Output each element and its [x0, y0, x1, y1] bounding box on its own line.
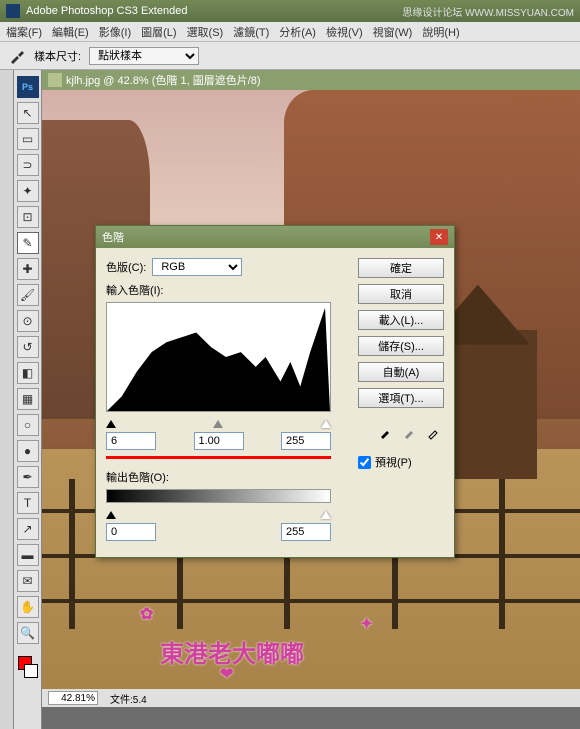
- channel-label: 色版(C):: [106, 259, 146, 275]
- stamp-tool[interactable]: ⊙: [17, 310, 39, 332]
- sample-size-label: 樣本尺寸:: [34, 48, 81, 64]
- menu-file[interactable]: 檔案(F): [6, 24, 42, 40]
- blur-tool[interactable]: ○: [17, 414, 39, 436]
- wand-tool[interactable]: ✦: [17, 180, 39, 202]
- dialog-title: 色階: [102, 229, 124, 245]
- auto-button[interactable]: 自動(A): [358, 362, 444, 382]
- hand-tool[interactable]: ✋: [17, 596, 39, 618]
- zoom-input[interactable]: [48, 691, 98, 705]
- zoom-tool[interactable]: 🔍: [17, 622, 39, 644]
- out-white-slider[interactable]: [321, 511, 331, 519]
- eyedropper-icon[interactable]: [8, 47, 26, 65]
- output-sliders[interactable]: [106, 507, 331, 519]
- preview-label: 預視(P): [375, 454, 412, 470]
- output-levels-label: 輸出色階(O):: [106, 469, 350, 485]
- eraser-tool[interactable]: ◧: [17, 362, 39, 384]
- white-point-slider[interactable]: [321, 420, 331, 428]
- pen-tool[interactable]: ✒: [17, 466, 39, 488]
- lasso-tool[interactable]: ⊃: [17, 154, 39, 176]
- menu-analysis[interactable]: 分析(A): [279, 24, 316, 40]
- annotation-red-bar: [106, 456, 331, 459]
- marquee-tool[interactable]: ▭: [17, 128, 39, 150]
- color-swatches[interactable]: [18, 656, 38, 678]
- eyedropper-tool[interactable]: ✎: [17, 232, 39, 254]
- status-bar: 文件:5.4: [42, 689, 580, 707]
- save-button[interactable]: 儲存(S)...: [358, 336, 444, 356]
- shape-tool[interactable]: ▬: [17, 544, 39, 566]
- levels-dialog: 色階 ✕ 色版(C): RGB 輸入色階(I):: [95, 225, 455, 558]
- crop-tool[interactable]: ⊡: [17, 206, 39, 228]
- background-color[interactable]: [24, 664, 38, 678]
- black-point-slider[interactable]: [106, 420, 116, 428]
- options-bar: 樣本尺寸: 點狀樣本: [0, 42, 580, 70]
- app-icon: [6, 4, 20, 18]
- menu-image[interactable]: 影像(I): [99, 24, 131, 40]
- menu-filter[interactable]: 濾鏡(T): [233, 24, 269, 40]
- filesize-label: 文件:5.4: [110, 691, 147, 706]
- preview-checkbox[interactable]: [358, 456, 371, 469]
- dialog-titlebar[interactable]: 色階 ✕: [96, 226, 454, 248]
- toolbox: Ps ↖ ▭ ⊃ ✦ ⊡ ✎ ✚ 🖌 ⊙ ↺ ◧ ▦ ○ ● ✒ T ↗ ▬ ✉…: [14, 70, 42, 729]
- output-black-field[interactable]: [106, 523, 156, 541]
- palette-well: [0, 70, 14, 729]
- output-white-field[interactable]: [281, 523, 331, 541]
- load-button[interactable]: 載入(L)...: [358, 310, 444, 330]
- black-eyedropper-icon[interactable]: [378, 422, 396, 440]
- eyedropper-row: [358, 422, 444, 440]
- gradient-tool[interactable]: ▦: [17, 388, 39, 410]
- menu-window[interactable]: 視窗(W): [373, 24, 413, 40]
- out-black-slider[interactable]: [106, 511, 116, 519]
- white-eyedropper-icon[interactable]: [426, 422, 444, 440]
- histogram: [106, 302, 331, 412]
- heal-tool[interactable]: ✚: [17, 258, 39, 280]
- input-levels-label: 輸入色階(I):: [106, 282, 350, 298]
- document-title: kjlh.jpg @ 42.8% (色階 1, 圖層遮色片/8): [66, 72, 261, 88]
- ps-logo-icon: Ps: [17, 76, 39, 98]
- menu-help[interactable]: 說明(H): [422, 24, 459, 40]
- app-title: Adobe Photoshop CS3 Extended: [26, 5, 187, 17]
- gamma-slider[interactable]: [213, 420, 223, 428]
- menu-view[interactable]: 檢視(V): [326, 24, 363, 40]
- dodge-tool[interactable]: ●: [17, 440, 39, 462]
- input-white-field[interactable]: [281, 432, 331, 450]
- channel-select[interactable]: RGB: [152, 258, 242, 276]
- notes-tool[interactable]: ✉: [17, 570, 39, 592]
- site-watermark: 思缘设计论坛 WWW.MISSYUAN.COM: [402, 4, 574, 19]
- document-icon: [48, 73, 62, 87]
- workspace: Ps ↖ ▭ ⊃ ✦ ⊡ ✎ ✚ 🖌 ⊙ ↺ ◧ ▦ ○ ● ✒ T ↗ ▬ ✉…: [0, 70, 580, 729]
- brush-tool[interactable]: 🖌: [17, 284, 39, 306]
- document-titlebar[interactable]: kjlh.jpg @ 42.8% (色階 1, 圖層遮色片/8): [42, 70, 580, 90]
- ok-button[interactable]: 確定: [358, 258, 444, 278]
- type-tool[interactable]: T: [17, 492, 39, 514]
- output-gradient[interactable]: [106, 489, 331, 503]
- menu-layer[interactable]: 圖層(L): [141, 24, 176, 40]
- input-sliders[interactable]: [106, 416, 331, 428]
- app-titlebar: Adobe Photoshop CS3 Extended 思缘设计论坛 WWW.…: [0, 0, 580, 22]
- history-brush-tool[interactable]: ↺: [17, 336, 39, 358]
- sample-size-select[interactable]: 點狀樣本: [89, 47, 199, 65]
- options-button[interactable]: 選項(T)...: [358, 388, 444, 408]
- cancel-button[interactable]: 取消: [358, 284, 444, 304]
- move-tool[interactable]: ↖: [17, 102, 39, 124]
- close-button[interactable]: ✕: [430, 229, 448, 245]
- menu-bar: 檔案(F) 編輯(E) 影像(I) 圖層(L) 選取(S) 濾鏡(T) 分析(A…: [0, 22, 580, 42]
- input-gamma-field[interactable]: [194, 432, 244, 450]
- input-black-field[interactable]: [106, 432, 156, 450]
- gray-eyedropper-icon[interactable]: [402, 422, 420, 440]
- menu-edit[interactable]: 編輯(E): [52, 24, 89, 40]
- path-tool[interactable]: ↗: [17, 518, 39, 540]
- menu-select[interactable]: 選取(S): [187, 24, 224, 40]
